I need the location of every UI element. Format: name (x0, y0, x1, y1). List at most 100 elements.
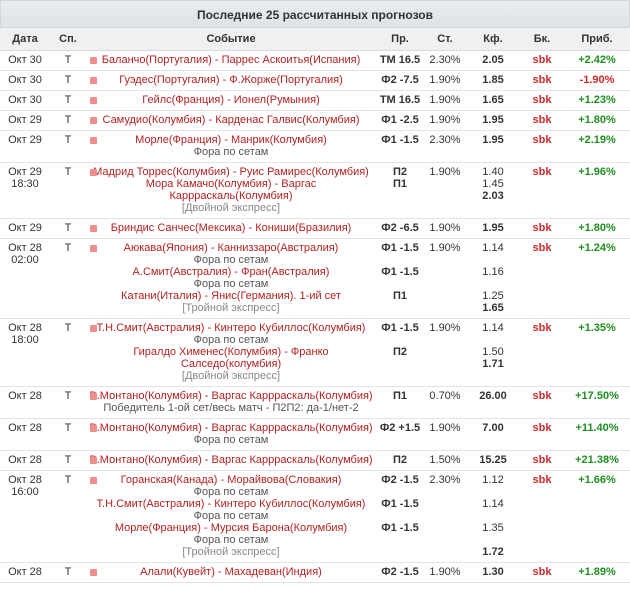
odds-value: 1.12 (482, 474, 504, 486)
header-date[interactable]: Дата (0, 28, 50, 51)
row-time: 02:00 (11, 254, 39, 266)
table-header-row: Дата Сп. Событие Пр. Ст. Кф. Бк. Приб. (0, 28, 630, 51)
event-link[interactable]: Самудио(Колумбия) - Карденас Галвис(Колу… (88, 114, 374, 126)
odds-cell: 1.95 (466, 218, 520, 239)
table-row[interactable]: Окт 28 T В.Монтано(Колумбия) - Варгас Карр… (0, 386, 630, 419)
event-link[interactable]: В.Монтано(Колумбия) - Варгас Каррраскаль… (88, 454, 374, 466)
table-row[interactable]: Окт 28 T В.Монтано(Колумбия) - Варгас Карр… (0, 450, 630, 471)
table-row[interactable]: Окт 30 T Гейлс(Франция) - Ионел(Румыния) ТМ… (0, 90, 630, 111)
event-link[interactable]: Гейлс(Франция) - Ионел(Румыния) (88, 94, 374, 106)
prediction-value: ТМ 16.5 (379, 94, 421, 106)
event-link[interactable]: Гуэдес(Португалия) - Ф.Жорже(Португалия) (88, 74, 374, 86)
header-stake[interactable]: Ст. (424, 28, 466, 51)
prediction-value: Ф2 -1.5 (381, 474, 419, 486)
event-link[interactable]: В.Монтано(Колумбия) - Варгас Каррраскаль… (88, 390, 374, 402)
header-prediction[interactable]: Пр. (376, 28, 424, 51)
event-link[interactable]: Мадрид Торрес(Колумбия) - Руис Рамирес(К… (88, 166, 374, 178)
bookmaker-link[interactable]: sbk (522, 390, 562, 402)
table-row[interactable]: Окт 28 18:00 T Т.Н.Смит(Австралия) - Кинтер… (0, 318, 630, 387)
row-time: 18:30 (11, 178, 39, 190)
bookmaker-link[interactable]: sbk (522, 474, 562, 486)
event-link[interactable]: Т.Н.Смит(Австралия) - Кинтеро Кубиллос(К… (88, 322, 374, 334)
bookmaker-link[interactable]: sbk (522, 454, 562, 466)
table-row[interactable]: Окт 29 18:30 T Мадрид Торрес(Колумбия) - Ру… (0, 162, 630, 219)
express-tag: [Тройной экспресс] (182, 302, 280, 314)
bookmaker-cell: sbk (520, 238, 564, 319)
event-link[interactable]: Каррраскаль(Колумбия) (88, 190, 374, 202)
bookmaker-link[interactable]: sbk (522, 322, 562, 334)
odds-value (468, 334, 518, 346)
event-cell: Т.Н.Смит(Австралия) - Кинтеро Кубиллос(К… (86, 318, 376, 387)
profit-cell: -1.90% (564, 70, 630, 91)
table-row[interactable]: Окт 29 T Самудио(Колумбия) - Карденас Галв… (0, 110, 630, 131)
bookmaker-link[interactable]: sbk (522, 134, 562, 146)
table-row[interactable]: Окт 28 16:00 T Горанская(Канада) - Морайвов… (0, 470, 630, 563)
header-sport[interactable]: Сп. (50, 28, 86, 51)
event-link[interactable]: Гиралдо Хименес(Колумбия) - Франко (88, 346, 374, 358)
event-link[interactable]: Т.Н.Смит(Австралия) - Кинтеро Кубиллос(К… (88, 498, 374, 510)
event-link[interactable]: Морле(Франция) - Манрик(Колумбия) (88, 134, 374, 146)
event-cell: Горанская(Канада) - Морайвова(Словакия) Ф… (86, 470, 376, 563)
stake-cell: 1.90% (424, 70, 466, 91)
table-row[interactable]: Окт 28 02:00 T Аюкава(Япония) - Канниззаро(… (0, 238, 630, 319)
prediction-value (378, 254, 422, 266)
table-row[interactable]: Окт 29 T Морле(Франция) - Манрик(Колумбия)… (0, 130, 630, 163)
table-row[interactable]: Окт 30 T Гуэдес(Португалия) - Ф.Жорже(Порт… (0, 70, 630, 91)
row-profit: +1.96% (578, 166, 616, 178)
event-link[interactable]: В.Монтано(Колумбия) - Варгас Каррраскаль… (88, 422, 374, 434)
header-profit[interactable]: Приб. (564, 28, 630, 51)
row-sport: T (64, 390, 72, 402)
odds-value: 26.00 (479, 390, 507, 402)
odds-value: 1.95 (482, 222, 504, 234)
profit-cell: +17.50% (564, 386, 630, 419)
header-bookmaker[interactable]: Бк. (520, 28, 564, 51)
header-event[interactable]: Событие (86, 28, 376, 51)
bookmaker-link[interactable]: sbk (522, 422, 562, 434)
bookmaker-cell: sbk (520, 162, 564, 219)
profit-cell: +2.19% (564, 130, 630, 163)
event-link[interactable]: Баланчо(Португалия) - Паррес Аскоитья(Ис… (88, 54, 374, 66)
event-link[interactable]: Мора Камачо(Колумбия) - Варгас (88, 178, 374, 190)
stake-cell: 2.30% (424, 130, 466, 163)
event-cell: Бриндис Санчес(Мексика) - Кониши(Бразили… (86, 218, 376, 239)
odds-value: 1.14 (482, 322, 504, 334)
event-link[interactable]: Катани(Италия) - Янис(Германия). 1-ий се… (88, 290, 374, 302)
event-link[interactable]: Горанская(Канада) - Морайвова(Словакия) (88, 474, 374, 486)
table-row[interactable]: Окт 30 T Баланчо(Португалия) - Паррес Аско… (0, 50, 630, 71)
table-row[interactable]: Окт 28 T Алали(Кувейт) - Махадеван(Индия) Ф… (0, 562, 630, 583)
express-tag: [Тройной экспресс] (182, 546, 280, 558)
header-odds[interactable]: Кф. (466, 28, 520, 51)
prediction-value: Ф1 -1.5 (381, 522, 419, 534)
row-stake: 1.90% (429, 94, 461, 106)
event-link[interactable]: Морле(Франция) - Мурсия Барона(Колумбия) (88, 522, 374, 534)
event-flag-icon (90, 57, 97, 64)
row-date: Окт 28 (8, 322, 42, 334)
bookmaker-link[interactable]: sbk (522, 222, 562, 234)
bookmaker-link[interactable]: sbk (522, 54, 562, 66)
event-cell: В.Монтано(Колумбия) - Варгас Каррраскаль… (86, 386, 376, 419)
bookmaker-link[interactable]: sbk (522, 94, 562, 106)
event-link[interactable]: Алали(Кувейт) - Махадеван(Индия) (88, 566, 374, 578)
odds-value (468, 534, 518, 546)
bookmaker-cell: sbk (520, 562, 564, 583)
date-cell: Окт 28 18:00 (0, 318, 50, 387)
bookmaker-link[interactable]: sbk (522, 566, 562, 578)
table-row[interactable]: Окт 28 T В.Монтано(Колумбия) - Варгас Карр… (0, 418, 630, 451)
bookmaker-link[interactable]: sbk (522, 242, 562, 254)
table-row[interactable]: Окт 29 T Бриндис Санчес(Мексика) - Кониши(… (0, 218, 630, 239)
row-profit: +1.80% (578, 114, 616, 126)
sport-cell: T (50, 450, 86, 471)
bookmaker-link[interactable]: sbk (522, 166, 562, 178)
event-link[interactable]: Бриндис Санчес(Мексика) - Кониши(Бразили… (88, 222, 374, 234)
event-link[interactable]: Аюкава(Япония) - Канниззаро(Австралия) (88, 242, 374, 254)
profit-cell: +1.66% (564, 470, 630, 563)
bookmaker-link[interactable]: sbk (522, 74, 562, 86)
prediction-value: Ф1 -1.5 (381, 266, 419, 278)
event-link[interactable]: Салседо(колумбия) (88, 358, 374, 370)
event-link[interactable]: А.Смит(Австралия) - Фран(Австралия) (88, 266, 374, 278)
row-profit: +2.19% (578, 134, 616, 146)
odds-value: 7.00 (482, 422, 504, 434)
event-cell: В.Монтано(Колумбия) - Варгас Каррраскаль… (86, 450, 376, 471)
row-profit: +1.89% (578, 566, 616, 578)
bookmaker-link[interactable]: sbk (522, 114, 562, 126)
